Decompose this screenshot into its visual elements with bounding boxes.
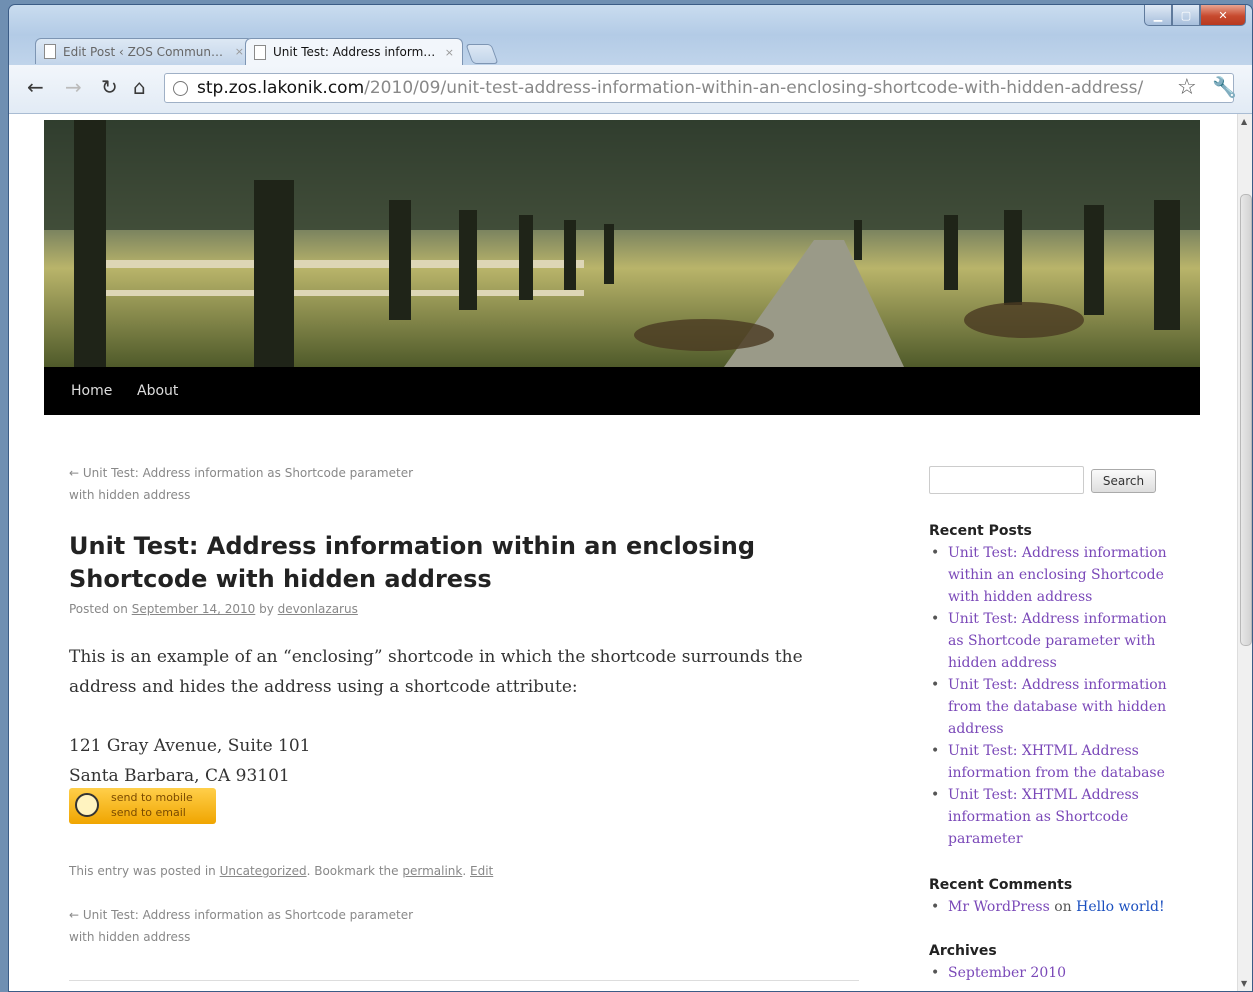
posted-on-label: Posted on <box>69 602 128 616</box>
wrench-icon[interactable]: 🔧 <box>1212 75 1237 99</box>
post-nav-line: ← Unit Test: Address information as Shor… <box>69 466 414 480</box>
browser-window: ▁ ▢ ✕ Edit Post ‹ ZOS Commun… × Unit Tes… <box>8 4 1253 992</box>
category-link[interactable]: Uncategorized <box>220 864 307 878</box>
page-viewport: Home About ← Unit Test: Address informat… <box>9 114 1237 991</box>
home-icon[interactable]: ⌂ <box>133 77 146 97</box>
recent-comments-title: Recent Comments <box>929 877 1073 893</box>
comment-author-link[interactable]: Mr WordPress <box>948 899 1050 915</box>
post-nav-line: with hidden address <box>69 930 191 944</box>
vertical-scrollbar[interactable]: ▲ ▼ <box>1237 114 1252 991</box>
list-item: Unit Test: XHTML Address information fro… <box>929 740 1174 784</box>
address-line: 121 Gray Avenue, Suite 101 <box>69 736 311 756</box>
list-item: Unit Test: XHTML Address information as … <box>929 784 1174 850</box>
reload-icon[interactable]: ↻ <box>101 77 118 97</box>
globe-icon <box>173 81 188 96</box>
mobile-icon <box>75 793 99 817</box>
search-input[interactable] <box>929 466 1084 494</box>
header-image <box>44 120 1200 367</box>
close-window-button[interactable]: ✕ <box>1200 5 1246 26</box>
recent-post-link[interactable]: Unit Test: XHTML Address information fro… <box>948 743 1165 781</box>
tab-edit-post[interactable]: Edit Post ‹ ZOS Commun… × <box>35 38 253 64</box>
page-icon <box>44 44 56 59</box>
browser-toolbar: ← → ↻ ⌂ stp.zos.lakonik.com/2010/09/unit… <box>9 65 1252 114</box>
menu-item-about[interactable]: About <box>137 383 178 399</box>
send-to-mobile-badge[interactable]: send to mobile send to email <box>69 788 216 824</box>
send-to-email-label: send to email <box>111 806 186 819</box>
posted-in-label: This entry was posted in <box>69 864 216 878</box>
new-tab-button[interactable] <box>465 44 499 64</box>
archive-link[interactable]: September 2010 <box>948 965 1066 981</box>
recent-posts-title: Recent Posts <box>929 523 1032 539</box>
post-nav-previous-top[interactable]: ← Unit Test: Address information as Shor… <box>69 462 489 506</box>
tab-title: Unit Test: Address inform… <box>273 45 436 59</box>
list-item: Unit Test: Address information within an… <box>929 542 1174 608</box>
recent-comments-list: Mr WordPress on Hello world! <box>929 896 1174 918</box>
scroll-up-icon[interactable]: ▲ <box>1241 117 1247 126</box>
menu-item-home[interactable]: Home <box>71 383 112 399</box>
url-path: /2010/09/unit-test-address-information-w… <box>364 78 1144 98</box>
comment-post-link[interactable]: Hello world! <box>1076 899 1165 915</box>
post-body-text: This is an example of an “enclosing” sho… <box>69 647 803 697</box>
minimize-button[interactable]: ▁ <box>1144 5 1172 26</box>
back-arrow-icon[interactable]: ← <box>27 77 44 97</box>
post-date-link[interactable]: September 14, 2010 <box>132 602 256 616</box>
address-block: 121 Gray Avenue, Suite 101 Santa Barbara… <box>69 731 311 791</box>
post-nav-line: with hidden address <box>69 488 191 502</box>
scroll-down-icon[interactable]: ▼ <box>1241 979 1247 988</box>
recent-post-link[interactable]: Unit Test: Address information within an… <box>948 545 1167 605</box>
forward-arrow-icon[interactable]: → <box>65 77 82 97</box>
recent-post-link[interactable]: Unit Test: Address information from the … <box>948 677 1167 737</box>
address-bar[interactable]: stp.zos.lakonik.com/2010/09/unit-test-ad… <box>164 73 1234 103</box>
bookmark-label: . Bookmark the <box>306 864 399 878</box>
recent-post-link[interactable]: Unit Test: XHTML Address information as … <box>948 787 1139 847</box>
tab-unit-test[interactable]: Unit Test: Address inform… × <box>245 38 463 65</box>
window-controls: ▁ ▢ ✕ <box>1144 5 1246 26</box>
edit-link[interactable]: Edit <box>470 864 493 878</box>
post-nav-line: ← Unit Test: Address information as Shor… <box>69 908 414 922</box>
tab-strip: Edit Post ‹ ZOS Commun… × Unit Test: Add… <box>35 38 499 65</box>
entry-footer: This entry was posted in Uncategorized. … <box>69 864 493 878</box>
maximize-button[interactable]: ▢ <box>1172 5 1200 26</box>
send-to-mobile-label: send to mobile <box>111 791 193 804</box>
list-item: Unit Test: Address information as Shortc… <box>929 608 1174 674</box>
author-link[interactable]: devonlazarus <box>278 602 358 616</box>
list-item: Unit Test: Address information from the … <box>929 674 1174 740</box>
list-item: September 2010 <box>929 962 1174 984</box>
scrollbar-thumb[interactable] <box>1240 194 1252 646</box>
page-icon <box>254 44 266 60</box>
recent-post-link[interactable]: Unit Test: Address information as Shortc… <box>948 611 1167 671</box>
site-menu: Home About <box>44 367 1200 415</box>
post-title: Unit Test: Address information within an… <box>69 532 756 593</box>
url-host: stp.zos.lakonik.com <box>197 78 365 98</box>
tree-avenue-illustration <box>44 120 1200 367</box>
close-tab-icon[interactable]: × <box>445 46 454 59</box>
recent-posts-list: Unit Test: Address information within an… <box>929 542 1174 850</box>
address-line: Santa Barbara, CA 93101 <box>69 766 290 786</box>
divider <box>69 980 859 981</box>
archives-title: Archives <box>929 943 997 959</box>
separator: . <box>462 864 467 878</box>
archives-list: September 2010 <box>929 962 1174 984</box>
tab-title: Edit Post ‹ ZOS Commun… <box>63 44 223 59</box>
post-nav-previous-bottom[interactable]: ← Unit Test: Address information as Shor… <box>69 904 489 948</box>
permalink-link[interactable]: permalink <box>402 864 462 878</box>
list-item: Mr WordPress on Hello world! <box>929 896 1174 918</box>
post-meta: Posted on September 14, 2010 by devonlaz… <box>69 602 358 616</box>
by-label: by <box>259 602 274 616</box>
search-button[interactable]: Search <box>1091 469 1156 493</box>
comment-on-label: on <box>1054 899 1072 915</box>
bookmark-star-icon[interactable]: ☆ <box>1177 75 1197 100</box>
close-tab-icon[interactable]: × <box>235 45 244 58</box>
